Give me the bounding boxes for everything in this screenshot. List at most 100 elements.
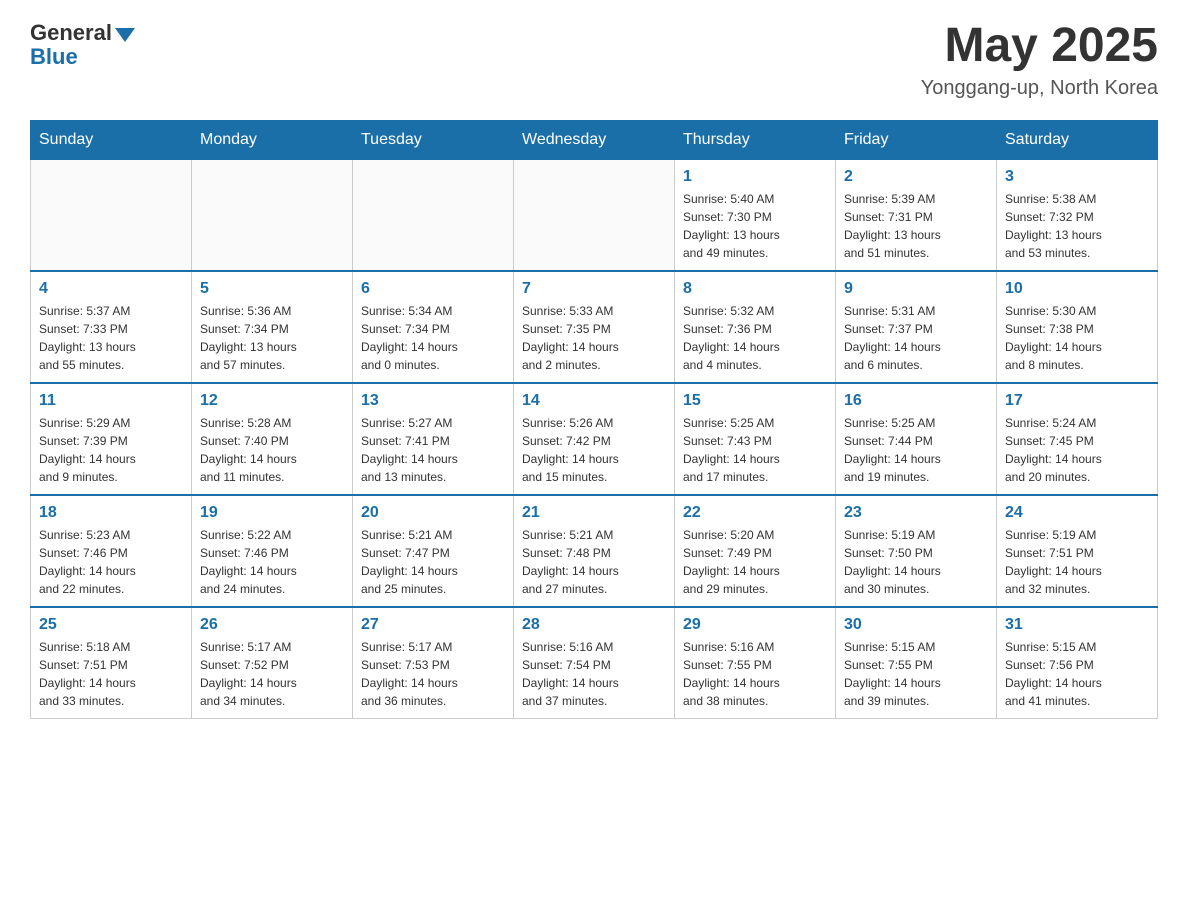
day-number: 1: [683, 168, 827, 186]
calendar-week-row: 4 Sunrise: 5:37 AMSunset: 7:33 PMDaylight…: [31, 271, 1158, 383]
calendar-cell: 6Sunrise: 5:34 AMSunset: 7:34 PMDaylight…: [353, 271, 514, 383]
day-number: 12: [200, 392, 344, 410]
calendar-cell: 28Sunrise: 5:16 AMSunset: 7:54 PMDayligh…: [514, 607, 675, 719]
day-info: Sunrise: 5:16 AMSunset: 7:54 PMDaylight:…: [522, 638, 666, 710]
day-number: 23: [844, 504, 988, 522]
calendar-cell: 1 Sunrise: 5:40 AMSunset: 7:30 PMDaylight…: [675, 159, 836, 271]
day-number: 11: [39, 392, 183, 410]
calendar-cell: [31, 159, 192, 271]
day-info: Sunrise: 5:19 AMSunset: 7:51 PMDaylight:…: [1005, 526, 1149, 598]
calendar-cell: 11 Sunrise: 5:29 AMSunset: 7:39 PMDayligh…: [31, 383, 192, 495]
calendar-cell: 30Sunrise: 5:15 AMSunset: 7:55 PMDayligh…: [836, 607, 997, 719]
day-info: Sunrise: 5:26 AMSunset: 7:42 PMDaylight:…: [522, 414, 666, 486]
day-info: Sunrise: 5:37 AMSunset: 7:33 PMDaylight:…: [39, 302, 183, 374]
day-info: Sunrise: 5:19 AMSunset: 7:50 PMDaylight:…: [844, 526, 988, 598]
calendar-cell: 5Sunrise: 5:36 AMSunset: 7:34 PMDaylight…: [192, 271, 353, 383]
day-info: Sunrise: 5:18 AMSunset: 7:51 PMDaylight:…: [39, 638, 183, 710]
day-number: 29: [683, 616, 827, 634]
day-number: 19: [200, 504, 344, 522]
day-info: Sunrise: 5:38 AMSunset: 7:32 PMDaylight:…: [1005, 190, 1149, 262]
calendar-cell: 10 Sunrise: 5:30 AMSunset: 7:38 PMDayligh…: [997, 271, 1158, 383]
month-title: May 2025: [921, 20, 1158, 73]
day-number: 24: [1005, 504, 1149, 522]
calendar-cell: 24 Sunrise: 5:19 AMSunset: 7:51 PMDayligh…: [997, 495, 1158, 607]
day-number: 27: [361, 616, 505, 634]
day-number: 8: [683, 280, 827, 298]
day-info: Sunrise: 5:23 AMSunset: 7:46 PMDaylight:…: [39, 526, 183, 598]
calendar-cell: 21 Sunrise: 5:21 AMSunset: 7:48 PMDayligh…: [514, 495, 675, 607]
day-info: Sunrise: 5:32 AMSunset: 7:36 PMDaylight:…: [683, 302, 827, 374]
calendar-cell: 31 Sunrise: 5:15 AMSunset: 7:56 PMDayligh…: [997, 607, 1158, 719]
calendar-cell: 29Sunrise: 5:16 AMSunset: 7:55 PMDayligh…: [675, 607, 836, 719]
location-title: Yonggang-up, North Korea: [921, 77, 1158, 100]
day-number: 18: [39, 504, 183, 522]
calendar-cell: 12Sunrise: 5:28 AMSunset: 7:40 PMDayligh…: [192, 383, 353, 495]
day-info: Sunrise: 5:17 AMSunset: 7:53 PMDaylight:…: [361, 638, 505, 710]
column-header-monday: Monday: [192, 120, 353, 159]
calendar-table: SundayMondayTuesdayWednesdayThursdayFrid…: [30, 120, 1158, 719]
day-info: Sunrise: 5:21 AMSunset: 7:48 PMDaylight:…: [522, 526, 666, 598]
calendar-cell: 9Sunrise: 5:31 AMSunset: 7:37 PMDaylight…: [836, 271, 997, 383]
calendar-cell: 20Sunrise: 5:21 AMSunset: 7:47 PMDayligh…: [353, 495, 514, 607]
day-number: 2: [844, 168, 988, 186]
day-info: Sunrise: 5:27 AMSunset: 7:41 PMDaylight:…: [361, 414, 505, 486]
column-header-thursday: Thursday: [675, 120, 836, 159]
column-header-friday: Friday: [836, 120, 997, 159]
calendar-cell: 4 Sunrise: 5:37 AMSunset: 7:33 PMDaylight…: [31, 271, 192, 383]
calendar-cell: 8 Sunrise: 5:32 AMSunset: 7:36 PMDaylight…: [675, 271, 836, 383]
day-number: 21: [522, 504, 666, 522]
calendar-cell: 16 Sunrise: 5:25 AMSunset: 7:44 PMDayligh…: [836, 383, 997, 495]
day-info: Sunrise: 5:39 AMSunset: 7:31 PMDaylight:…: [844, 190, 988, 262]
calendar-header-row: SundayMondayTuesdayWednesdayThursdayFrid…: [31, 120, 1158, 159]
day-number: 7: [522, 280, 666, 298]
title-section: May 2025 Yonggang-up, North Korea: [921, 20, 1158, 100]
day-info: Sunrise: 5:22 AMSunset: 7:46 PMDaylight:…: [200, 526, 344, 598]
calendar-cell: 17Sunrise: 5:24 AMSunset: 7:45 PMDayligh…: [997, 383, 1158, 495]
calendar-week-row: 18 Sunrise: 5:23 AMSunset: 7:46 PMDayligh…: [31, 495, 1158, 607]
calendar-cell: 22Sunrise: 5:20 AMSunset: 7:49 PMDayligh…: [675, 495, 836, 607]
day-info: Sunrise: 5:30 AMSunset: 7:38 PMDaylight:…: [1005, 302, 1149, 374]
logo-arrow-icon: [115, 28, 135, 42]
day-number: 10: [1005, 280, 1149, 298]
day-number: 31: [1005, 616, 1149, 634]
calendar-cell: 25Sunrise: 5:18 AMSunset: 7:51 PMDayligh…: [31, 607, 192, 719]
calendar-cell: 27 Sunrise: 5:17 AMSunset: 7:53 PMDayligh…: [353, 607, 514, 719]
day-info: Sunrise: 5:25 AMSunset: 7:44 PMDaylight:…: [844, 414, 988, 486]
day-number: 16: [844, 392, 988, 410]
day-info: Sunrise: 5:40 AMSunset: 7:30 PMDaylight:…: [683, 190, 827, 262]
day-info: Sunrise: 5:15 AMSunset: 7:56 PMDaylight:…: [1005, 638, 1149, 710]
calendar-cell: 3 Sunrise: 5:38 AMSunset: 7:32 PMDaylight…: [997, 159, 1158, 271]
day-info: Sunrise: 5:24 AMSunset: 7:45 PMDaylight:…: [1005, 414, 1149, 486]
calendar-week-row: 1 Sunrise: 5:40 AMSunset: 7:30 PMDaylight…: [31, 159, 1158, 271]
day-number: 3: [1005, 168, 1149, 186]
calendar-cell: [192, 159, 353, 271]
page-header: General Blue May 2025 Yonggang-up, North…: [30, 20, 1158, 100]
day-info: Sunrise: 5:36 AMSunset: 7:34 PMDaylight:…: [200, 302, 344, 374]
calendar-cell: 18 Sunrise: 5:23 AMSunset: 7:46 PMDayligh…: [31, 495, 192, 607]
day-info: Sunrise: 5:29 AMSunset: 7:39 PMDaylight:…: [39, 414, 183, 486]
calendar-cell: 14 Sunrise: 5:26 AMSunset: 7:42 PMDayligh…: [514, 383, 675, 495]
logo-general-text: General: [30, 20, 112, 46]
day-info: Sunrise: 5:33 AMSunset: 7:35 PMDaylight:…: [522, 302, 666, 374]
day-number: 14: [522, 392, 666, 410]
calendar-cell: 13 Sunrise: 5:27 AMSunset: 7:41 PMDayligh…: [353, 383, 514, 495]
day-number: 4: [39, 280, 183, 298]
day-info: Sunrise: 5:17 AMSunset: 7:52 PMDaylight:…: [200, 638, 344, 710]
day-number: 13: [361, 392, 505, 410]
calendar-cell: 15Sunrise: 5:25 AMSunset: 7:43 PMDayligh…: [675, 383, 836, 495]
day-number: 30: [844, 616, 988, 634]
day-number: 20: [361, 504, 505, 522]
calendar-week-row: 11 Sunrise: 5:29 AMSunset: 7:39 PMDayligh…: [31, 383, 1158, 495]
calendar-cell: 19 Sunrise: 5:22 AMSunset: 7:46 PMDayligh…: [192, 495, 353, 607]
column-header-wednesday: Wednesday: [514, 120, 675, 159]
day-info: Sunrise: 5:20 AMSunset: 7:49 PMDaylight:…: [683, 526, 827, 598]
calendar-cell: 23 Sunrise: 5:19 AMSunset: 7:50 PMDayligh…: [836, 495, 997, 607]
calendar-cell: [353, 159, 514, 271]
day-number: 15: [683, 392, 827, 410]
calendar-cell: [514, 159, 675, 271]
calendar-cell: 2 Sunrise: 5:39 AMSunset: 7:31 PMDaylight…: [836, 159, 997, 271]
column-header-saturday: Saturday: [997, 120, 1158, 159]
day-info: Sunrise: 5:34 AMSunset: 7:34 PMDaylight:…: [361, 302, 505, 374]
day-number: 26: [200, 616, 344, 634]
column-header-tuesday: Tuesday: [353, 120, 514, 159]
